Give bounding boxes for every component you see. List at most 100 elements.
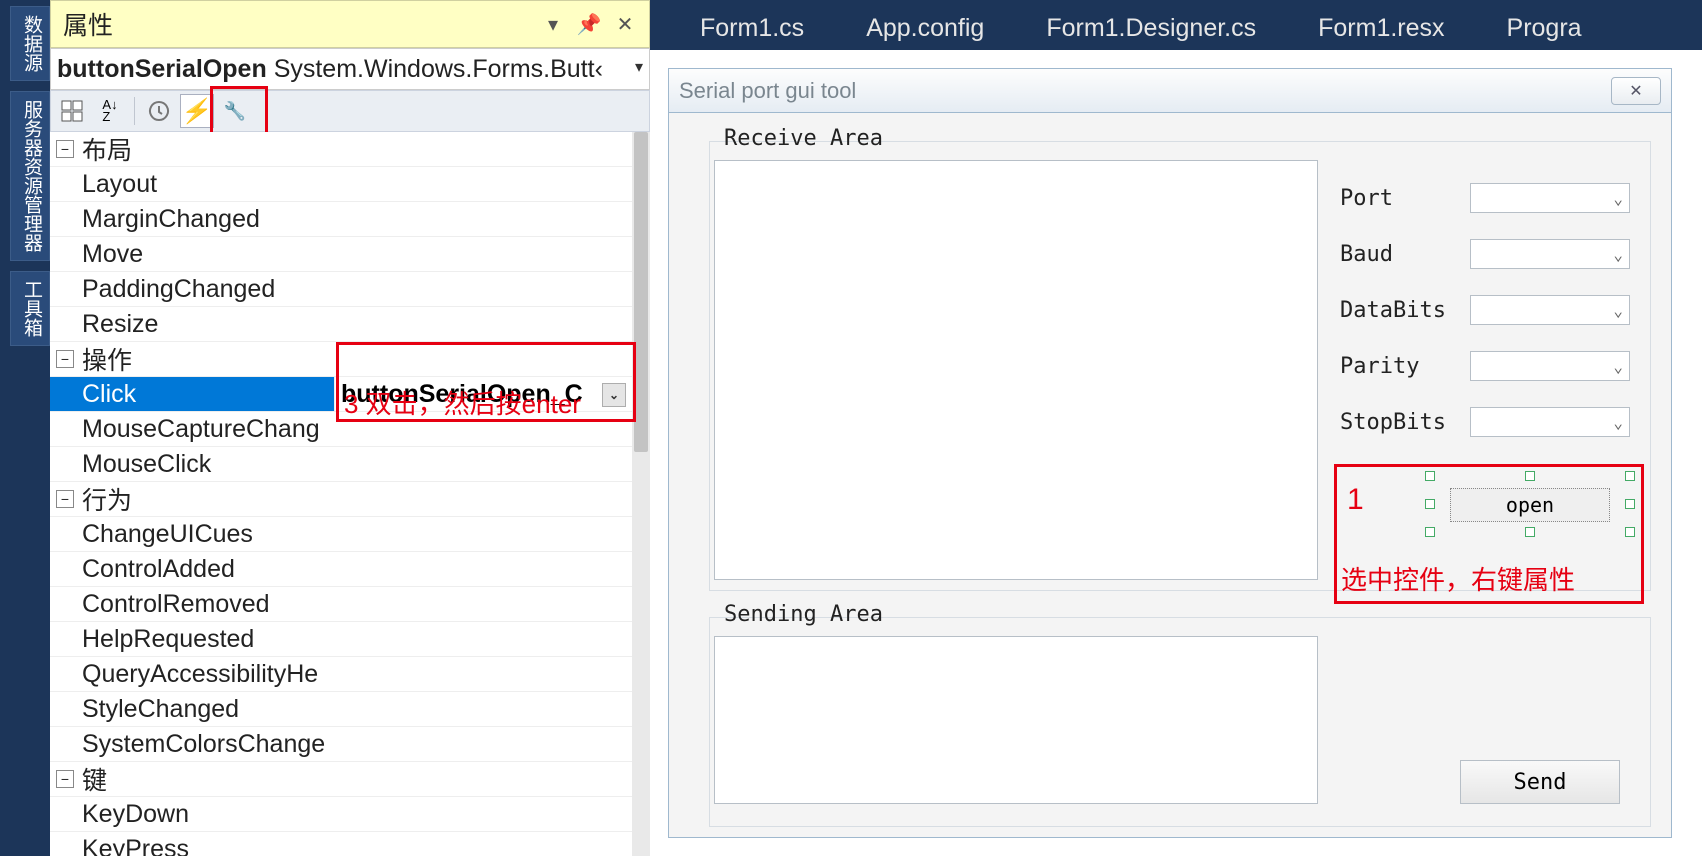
doc-tab[interactable]: Form1.resx (1288, 6, 1474, 50)
expand-toggle-icon[interactable]: − (56, 350, 74, 368)
doc-tab[interactable]: Form1.cs (670, 6, 834, 50)
event-name: QueryAccessibilityHe (82, 660, 334, 689)
event-handler-value[interactable]: buttonSerialOpen_C ⌄ (334, 377, 632, 411)
event-row[interactable]: StyleChanged (50, 692, 632, 727)
expand-toggle-icon[interactable]: − (56, 490, 74, 508)
resize-handle-icon[interactable] (1425, 499, 1435, 509)
form-title: Serial port gui tool (679, 78, 856, 104)
open-button[interactable]: open (1450, 488, 1610, 522)
cfg-label-stopbits: StopBits (1340, 410, 1470, 435)
resize-handle-icon[interactable] (1625, 527, 1635, 537)
event-row[interactable]: MouseClick (50, 447, 632, 482)
scrollbar-thumb[interactable] (634, 132, 648, 452)
event-name: SystemColorsChange (82, 730, 334, 759)
side-tab-toolbox[interactable]: 工具箱 (10, 271, 50, 346)
doc-tab[interactable]: App.config (836, 6, 1014, 50)
form-close-button[interactable]: ✕ (1611, 77, 1661, 105)
sending-group-label: Sending Area (720, 602, 887, 627)
event-row[interactable]: Move (50, 237, 632, 272)
form-preview[interactable]: Serial port gui tool ✕ Receive Area Port… (668, 68, 1672, 838)
event-row[interactable]: ChangeUICues (50, 517, 632, 552)
event-name: KeyPress (82, 835, 334, 856)
receive-textbox[interactable] (714, 160, 1318, 580)
event-row[interactable]: Layout (50, 167, 632, 202)
cfg-combo-stopbits[interactable] (1470, 407, 1630, 437)
event-name: PaddingChanged (82, 275, 334, 304)
panel-menu-dropdown-icon[interactable]: ▾ (541, 12, 565, 36)
resize-handle-icon[interactable] (1525, 527, 1535, 537)
event-row[interactable]: MouseCaptureChang (50, 412, 632, 447)
cfg-row: Parity (1340, 338, 1630, 394)
category-row-key[interactable]: − 键 (50, 762, 632, 797)
event-row[interactable]: ControlAdded (50, 552, 632, 587)
expand-toggle-icon[interactable]: − (56, 140, 74, 158)
event-row-selected[interactable]: Click buttonSerialOpen_C ⌄ (50, 377, 632, 412)
cfg-combo-port[interactable] (1470, 183, 1630, 213)
event-name: MouseClick (82, 450, 334, 479)
resize-handle-icon[interactable] (1625, 499, 1635, 509)
category-label: 布局 (82, 132, 132, 167)
side-tab-server-explorer[interactable]: 服务器资源管理器 (10, 91, 50, 261)
winforms-designer-surface[interactable]: Serial port gui tool ✕ Receive Area Port… (650, 50, 1702, 856)
properties-panel: 属性 ▾ 📌 ✕ buttonSerialOpen System.Windows… (50, 0, 650, 856)
categorized-view-icon[interactable] (55, 94, 89, 128)
selected-object-type: System.Windows.Forms.Butt‹ (274, 55, 603, 84)
category-label: 键 (82, 761, 107, 797)
property-pages-icon[interactable]: 🔧 (218, 94, 252, 128)
selector-dropdown-icon[interactable]: ▾ (635, 57, 643, 77)
category-row-action[interactable]: − 操作 (50, 342, 632, 377)
open-button-selection[interactable]: open (1430, 476, 1630, 532)
doc-tab[interactable]: Form1.Designer.cs (1016, 6, 1286, 50)
event-row[interactable]: KeyPress (50, 832, 632, 856)
sending-textbox[interactable] (714, 636, 1318, 804)
expand-toggle-icon[interactable]: − (56, 770, 74, 788)
properties-panel-titlebar: 属性 ▾ 📌 ✕ (50, 0, 650, 48)
event-value-dropdown-icon[interactable]: ⌄ (602, 383, 626, 407)
event-row[interactable]: QueryAccessibilityHe (50, 657, 632, 692)
properties-scrollbar[interactable] (632, 132, 650, 856)
sending-groupbox[interactable]: Sending Area Send (709, 617, 1651, 827)
editor-area: Form1.cs App.config Form1.Designer.cs Fo… (650, 0, 1702, 856)
document-tab-bar: Form1.cs App.config Form1.Designer.cs Fo… (650, 0, 1702, 50)
event-row[interactable]: Resize (50, 307, 632, 342)
event-row[interactable]: PaddingChanged (50, 272, 632, 307)
cfg-row: StopBits (1340, 394, 1630, 450)
cfg-combo-baud[interactable] (1470, 239, 1630, 269)
event-row[interactable]: HelpRequested (50, 622, 632, 657)
resize-handle-icon[interactable] (1425, 527, 1435, 537)
events-view-icon[interactable]: ⚡ (180, 94, 214, 128)
event-name: MarginChanged (82, 205, 334, 234)
resize-handle-icon[interactable] (1425, 471, 1435, 481)
event-row[interactable]: MarginChanged (50, 202, 632, 237)
cfg-label-port: Port (1340, 186, 1470, 211)
cfg-label-databits: DataBits (1340, 298, 1470, 323)
resize-handle-icon[interactable] (1625, 471, 1635, 481)
cfg-label-parity: Parity (1340, 354, 1470, 379)
annotation-text-1: 选中控件，右键属性 (1341, 560, 1575, 597)
resize-handle-icon[interactable] (1525, 471, 1535, 481)
side-tab-datasource[interactable]: 数据源 (10, 6, 50, 81)
receive-groupbox[interactable]: Receive Area Port Baud DataBits Parity S… (709, 141, 1651, 591)
alphabetical-view-icon[interactable]: A↓Z (93, 94, 127, 128)
panel-close-icon[interactable]: ✕ (613, 12, 637, 36)
event-name: Layout (82, 170, 334, 199)
category-row-behavior[interactable]: − 行为 (50, 482, 632, 517)
event-name: KeyDown (82, 800, 334, 829)
panel-pin-icon[interactable]: 📌 (577, 12, 601, 36)
event-name: StyleChanged (82, 695, 334, 724)
category-row-layout[interactable]: − 布局 (50, 132, 632, 167)
cfg-combo-databits[interactable] (1470, 295, 1630, 325)
send-button[interactable]: Send (1460, 760, 1620, 804)
toolbar-separator (134, 97, 135, 125)
doc-tab[interactable]: Progra (1477, 6, 1612, 50)
properties-toolbar: A↓Z ⚡ 🔧 (50, 90, 650, 132)
properties-view-icon[interactable] (142, 94, 176, 128)
annotation-number-1: 1 (1347, 483, 1364, 517)
event-handler-text: buttonSerialOpen_C (341, 380, 583, 409)
event-row[interactable]: KeyDown (50, 797, 632, 832)
event-row[interactable]: SystemColorsChange (50, 727, 632, 762)
event-row[interactable]: ControlRemoved (50, 587, 632, 622)
properties-grid[interactable]: − 布局 Layout MarginChanged Move PaddingCh… (50, 132, 632, 856)
cfg-combo-parity[interactable] (1470, 351, 1630, 381)
properties-object-selector[interactable]: buttonSerialOpen System.Windows.Forms.Bu… (50, 48, 650, 90)
